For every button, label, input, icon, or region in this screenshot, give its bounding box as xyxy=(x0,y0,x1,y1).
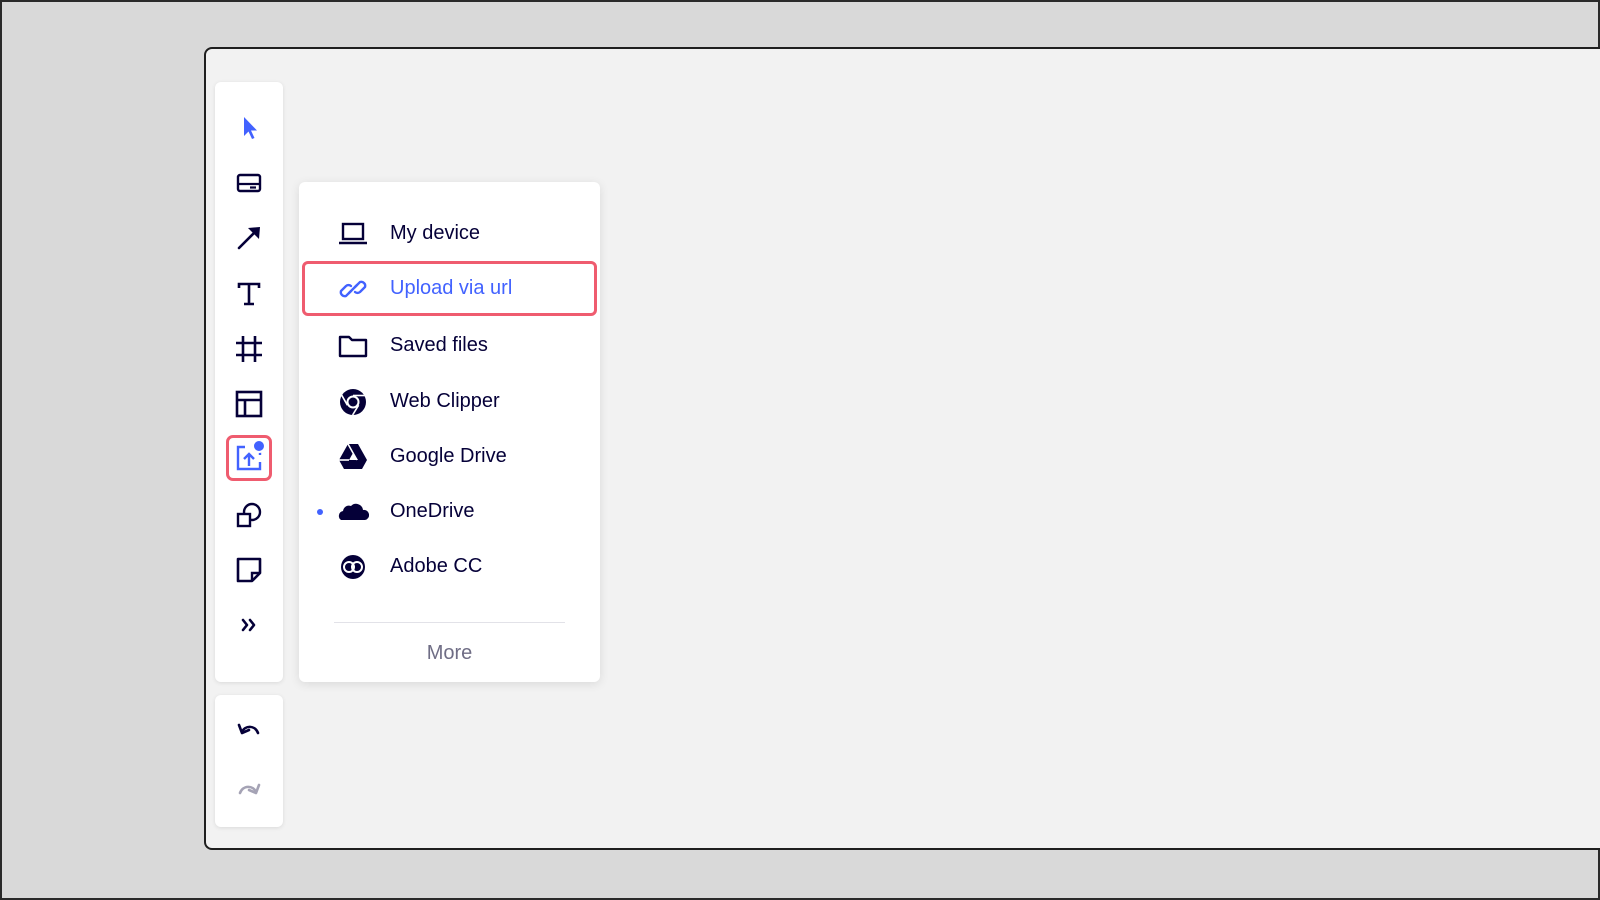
text-icon xyxy=(237,282,261,306)
left-toolbar xyxy=(215,82,283,682)
chrome-icon xyxy=(340,388,366,415)
menu-item-label: My device xyxy=(390,222,481,244)
menu-divider xyxy=(334,622,565,623)
template-icon xyxy=(235,390,263,418)
shapes-icon xyxy=(236,502,262,528)
onedrive-icon xyxy=(338,503,369,520)
laptop-icon xyxy=(339,222,367,244)
google-drive-icon xyxy=(339,443,367,469)
redo-button[interactable] xyxy=(226,767,272,813)
sticky-note-tool-button[interactable] xyxy=(226,547,272,593)
menu-item-label: Saved files xyxy=(390,334,488,356)
frame-tool-button[interactable] xyxy=(226,326,272,372)
menu-item-my-device[interactable]: My device xyxy=(302,206,597,261)
card-icon xyxy=(236,173,262,193)
cursor-icon xyxy=(244,117,257,139)
undo-icon xyxy=(237,723,260,735)
menu-item-saved-files[interactable]: Saved files xyxy=(302,318,597,373)
double-chevron-right-icon xyxy=(241,618,256,632)
arrow-icon xyxy=(237,227,260,250)
new-indicator-bullet xyxy=(317,508,323,515)
undo-redo-bar xyxy=(215,695,283,827)
menu-item-adobe-cc[interactable]: Adobe CC xyxy=(302,539,597,594)
templates-tool-button[interactable] xyxy=(226,381,272,427)
upload-menu: My device Upload via url Saved files Web… xyxy=(299,182,600,682)
new-indicator-dot xyxy=(252,439,266,453)
adobe-cc-icon xyxy=(341,554,365,579)
menu-item-label: Upload via url xyxy=(390,277,513,299)
more-button[interactable]: More xyxy=(299,642,600,665)
line-tool-button[interactable] xyxy=(226,215,272,261)
frame-icon xyxy=(236,336,262,362)
shapes-tool-button[interactable] xyxy=(226,492,272,538)
menu-item-label: OneDrive xyxy=(390,500,475,522)
menu-item-label: Adobe CC xyxy=(390,555,483,577)
menu-item-onedrive[interactable]: OneDrive xyxy=(302,484,597,539)
folder-icon xyxy=(338,335,368,357)
upload-tool-button[interactable] xyxy=(226,435,272,481)
sticky-note-icon xyxy=(236,557,262,583)
undo-button[interactable] xyxy=(226,707,272,753)
link-icon xyxy=(339,280,367,297)
select-tool-button[interactable] xyxy=(226,104,272,150)
menu-item-label: Web Clipper xyxy=(390,390,500,412)
card-tool-button[interactable] xyxy=(226,160,272,206)
more-tools-button[interactable] xyxy=(226,602,272,648)
menu-item-label: Google Drive xyxy=(390,445,507,467)
redo-icon xyxy=(238,783,261,795)
menu-item-google-drive[interactable]: Google Drive xyxy=(302,429,597,484)
text-tool-button[interactable] xyxy=(226,271,272,317)
menu-item-upload-via-url[interactable]: Upload via url xyxy=(302,261,597,316)
menu-item-web-clipper[interactable]: Web Clipper xyxy=(302,374,597,429)
